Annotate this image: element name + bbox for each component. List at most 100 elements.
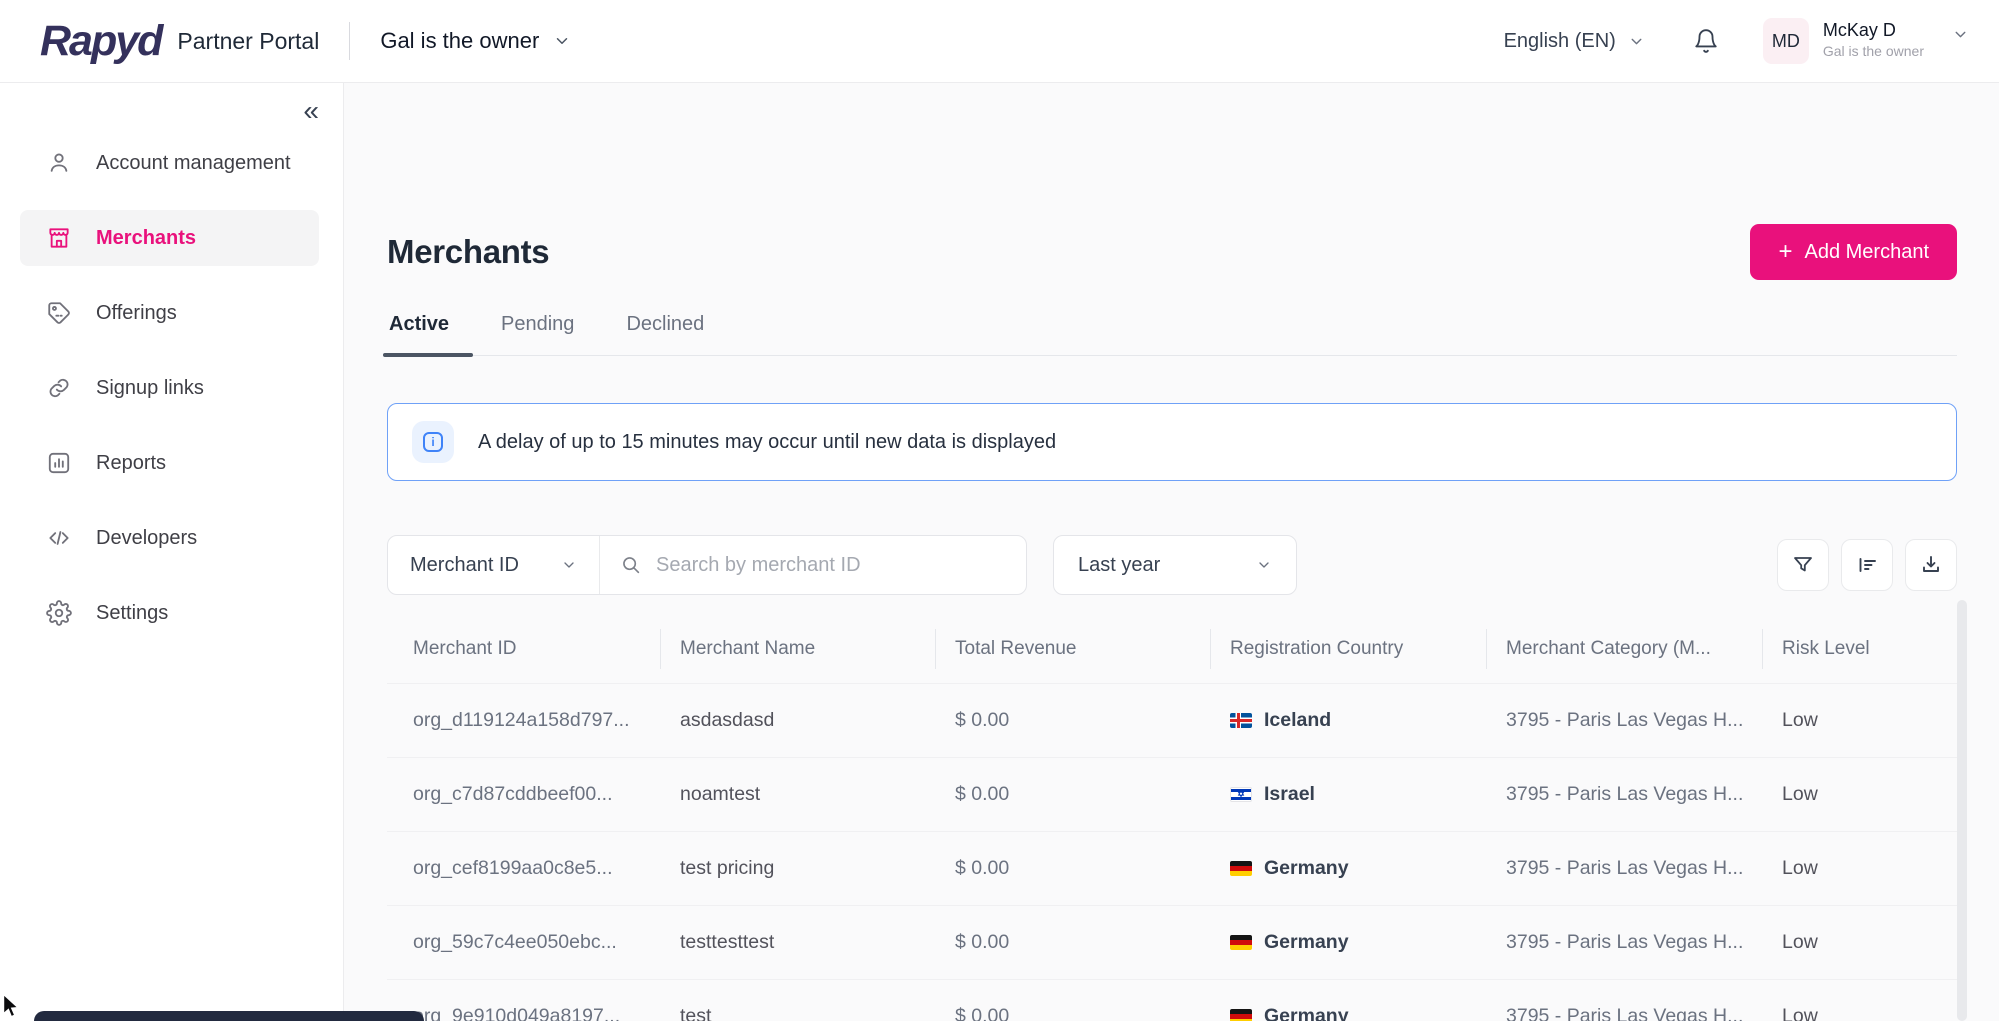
sidebar-item-settings[interactable]: Settings <box>20 585 319 641</box>
info-banner: i A delay of up to 15 minutes may occur … <box>387 403 1957 481</box>
sidebar-item-offerings[interactable]: Offerings <box>20 285 319 341</box>
search-field-label: Merchant ID <box>410 554 519 577</box>
date-range-label: Last year <box>1078 554 1160 577</box>
country-flag-icon <box>1230 861 1252 876</box>
search-combo: Merchant ID <box>387 535 1027 595</box>
merchant-id-cell: org_c7d87cddbeef00... <box>387 758 661 831</box>
merchant-category-cell: 3795 - Paris Las Vegas H... <box>1487 906 1763 979</box>
bell-icon <box>1693 28 1719 54</box>
risk-level-cell: Low <box>1763 684 1957 757</box>
chevron-down-icon <box>1256 557 1272 573</box>
merchant-category-cell: 3795 - Paris Las Vegas H... <box>1487 980 1763 1021</box>
chevron-down-icon <box>561 557 577 573</box>
funnel-icon <box>1791 553 1815 577</box>
total-revenue-cell: $ 0.00 <box>936 832 1211 905</box>
sidebar-item-merchants[interactable]: Merchants <box>20 210 319 266</box>
user-name: McKay D <box>1823 20 1924 42</box>
product-name: Partner Portal <box>177 28 319 55</box>
rapyd-logo: Rapyd <box>40 17 177 66</box>
search-field-selector[interactable]: Merchant ID <box>388 536 600 594</box>
registration-country-cell: ✡ Israel <box>1211 758 1487 831</box>
sidebar-item-reports[interactable]: Reports <box>20 435 319 491</box>
search-icon <box>620 554 642 576</box>
sidebar-item-account-management[interactable]: Account management <box>20 135 319 191</box>
registration-country-cell: Germany <box>1211 832 1487 905</box>
header-divider <box>349 22 350 60</box>
language-label: English (EN) <box>1504 30 1616 53</box>
table-body: org_d119124a158d797... asdasdasd $ 0.00 … <box>387 683 1957 1021</box>
registration-country-cell: Germany <box>1211 906 1487 979</box>
filter-button[interactable] <box>1777 539 1829 591</box>
info-chip: i <box>412 421 454 463</box>
info-banner-text: A delay of up to 15 minutes may occur un… <box>478 431 1056 454</box>
merchant-name-cell: asdasdasd <box>661 684 936 757</box>
table-row[interactable]: org_c7d87cddbeef00... noamtest $ 0.00 ✡ … <box>387 757 1957 831</box>
sort-button[interactable] <box>1841 539 1893 591</box>
merchant-name-cell: test pricing <box>661 832 936 905</box>
star-of-david-icon: ✡ <box>1237 790 1245 799</box>
table-row[interactable]: org_59c7c4ee050ebc... testtesttest $ 0.0… <box>387 905 1957 979</box>
table-row[interactable]: org_cef8199aa0c8e5... test pricing $ 0.0… <box>387 831 1957 905</box>
plus-icon: + <box>1778 240 1792 264</box>
chevron-down-icon <box>553 32 571 50</box>
country-flag-icon <box>1230 935 1252 950</box>
table-row[interactable]: org_9e910d049a8197... test $ 0.00 German… <box>387 979 1957 1021</box>
add-merchant-label: Add Merchant <box>1804 241 1929 264</box>
sidebar-item-label: Settings <box>96 602 168 625</box>
notifications-button[interactable] <box>1693 28 1719 54</box>
date-range-selector[interactable]: Last year <box>1053 535 1297 595</box>
chevron-down-icon <box>1952 26 1969 43</box>
total-revenue-cell: $ 0.00 <box>936 758 1211 831</box>
column-header-total-revenue: Total Revenue <box>936 621 1211 683</box>
chevron-down-icon <box>1628 33 1645 50</box>
sidebar-item-signup-links[interactable]: Signup links <box>20 360 319 416</box>
sidebar: « Account management Merchants Offerings… <box>0 83 344 1021</box>
column-header-merchant-category: Merchant Category (M... <box>1487 621 1763 683</box>
tab-pending[interactable]: Pending <box>499 307 576 355</box>
risk-level-cell: Low <box>1763 980 1957 1021</box>
table-header-row: Merchant ID Merchant Name Total Revenue … <box>387 621 1957 683</box>
avatar: MD <box>1763 18 1809 64</box>
gear-icon <box>46 600 72 626</box>
total-revenue-cell: $ 0.00 <box>936 684 1211 757</box>
risk-level-cell: Low <box>1763 906 1957 979</box>
tab-active[interactable]: Active <box>387 307 451 355</box>
org-selector[interactable]: Gal is the owner <box>380 28 571 54</box>
language-selector[interactable]: English (EN) <box>1504 30 1645 53</box>
merchant-id-cell: org_cef8199aa0c8e5... <box>387 832 661 905</box>
sidebar-item-label: Reports <box>96 452 166 475</box>
top-header: Rapyd Partner Portal Gal is the owner En… <box>0 0 1999 83</box>
sidebar-item-label: Developers <box>96 527 197 550</box>
sidebar-item-developers[interactable]: Developers <box>20 510 319 566</box>
table-row[interactable]: org_d119124a158d797... asdasdasd $ 0.00 … <box>387 683 1957 757</box>
merchant-category-cell: 3795 - Paris Las Vegas H... <box>1487 832 1763 905</box>
table-scrollbar[interactable] <box>1957 600 1967 1021</box>
country-flag-icon <box>1230 713 1252 728</box>
risk-level-cell: Low <box>1763 832 1957 905</box>
sort-icon <box>1855 553 1879 577</box>
tab-declined[interactable]: Declined <box>624 307 706 355</box>
code-icon <box>46 525 72 551</box>
merchant-id-cell: org_d119124a158d797... <box>387 684 661 757</box>
merchants-tabs: Active Pending Declined <box>387 307 1957 356</box>
add-merchant-button[interactable]: + Add Merchant <box>1750 224 1957 280</box>
sidebar-item-label: Offerings <box>96 302 177 325</box>
link-icon <box>46 375 72 401</box>
registration-country-cell: Germany <box>1211 980 1487 1021</box>
merchant-category-cell: 3795 - Paris Las Vegas H... <box>1487 758 1763 831</box>
chat-widget-bar[interactable] <box>34 1011 424 1021</box>
main-content: Merchants + Add Merchant Active Pending … <box>345 83 1999 1021</box>
total-revenue-cell: $ 0.00 <box>936 906 1211 979</box>
merchant-id-cell: org_9e910d049a8197... <box>387 980 661 1021</box>
search-input[interactable] <box>656 554 1006 577</box>
user-icon <box>46 150 72 176</box>
bar-chart-icon <box>46 450 72 476</box>
merchant-name-cell: test <box>661 980 936 1021</box>
download-button[interactable] <box>1905 539 1957 591</box>
column-header-merchant-name: Merchant Name <box>661 621 936 683</box>
download-icon <box>1919 553 1943 577</box>
merchant-name-cell: noamtest <box>661 758 936 831</box>
info-icon: i <box>423 432 443 452</box>
user-menu[interactable]: MD McKay D Gal is the owner <box>1763 18 1969 64</box>
sidebar-collapse-button[interactable]: « <box>303 97 319 125</box>
